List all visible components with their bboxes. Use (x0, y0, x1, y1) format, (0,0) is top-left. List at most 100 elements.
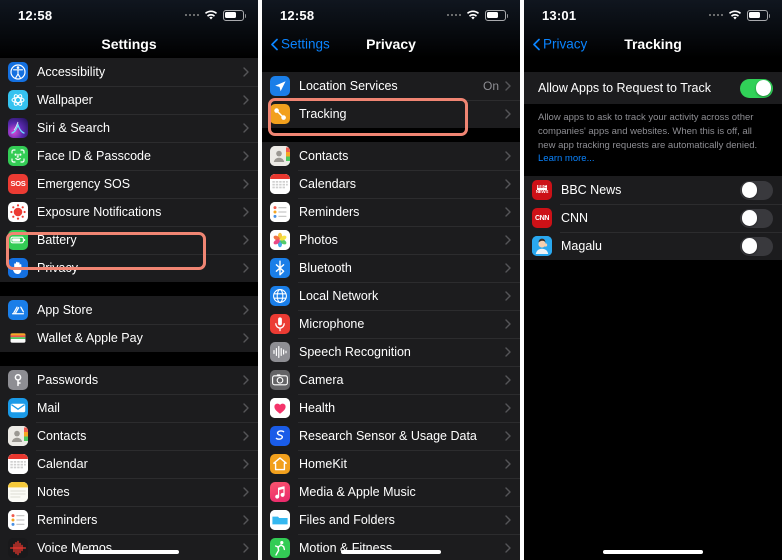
list-item-speech-recognition[interactable]: Speech Recognition (262, 338, 520, 366)
chevron-left-icon (271, 38, 278, 50)
sidebar-item-emergency-sos[interactable]: SOS Emergency SOS (0, 170, 258, 198)
list-item-bluetooth[interactable]: Bluetooth (262, 254, 520, 282)
sidebar-item-app-store[interactable]: App Store (0, 296, 258, 324)
list-item-research-sensor-usage-data[interactable]: Research Sensor & Usage Data (262, 422, 520, 450)
chevron-right-icon (505, 179, 511, 189)
list-item-health[interactable]: Health (262, 394, 520, 422)
sidebar-item-face-id-passcode[interactable]: Face ID & Passcode (0, 142, 258, 170)
list-item-media-apple-music[interactable]: Media & Apple Music (262, 478, 520, 506)
list-item-photos[interactable]: Photos (262, 226, 520, 254)
home-indicator (79, 550, 179, 554)
list-item-value: On (482, 79, 499, 93)
sidebar-item-battery[interactable]: Battery (0, 226, 258, 254)
sidebar-item-wallpaper[interactable]: Wallpaper (0, 86, 258, 114)
sidebar-item-privacy[interactable]: Privacy (0, 254, 258, 282)
list-item-tracking[interactable]: Tracking (262, 100, 520, 128)
sidebar-item-accessibility[interactable]: Accessibility (0, 58, 258, 86)
list-item-files-and-folders[interactable]: Files and Folders (262, 506, 520, 534)
panel-settings: 12:58 Settings Accessibility Wallpaper S… (0, 0, 258, 560)
list-item-motion-fitness[interactable]: Motion & Fitness (262, 534, 520, 560)
battery-icon (747, 9, 771, 21)
bluetooth-icon (270, 258, 290, 278)
motion-fitness-icon (270, 538, 290, 558)
sidebar-item-notes[interactable]: Notes (0, 478, 258, 506)
list-item-magalu[interactable]: Magalu (524, 232, 782, 261)
list-item-label: Media & Apple Music (299, 485, 416, 499)
chevron-right-icon (505, 487, 511, 497)
list-item-location-services[interactable]: Location Services On (262, 72, 520, 100)
sidebar-item-reminders[interactable]: Reminders (0, 506, 258, 534)
list-item-reminders[interactable]: Reminders (262, 198, 520, 226)
sidebar-item-voice-memos[interactable]: Voice Memos (0, 534, 258, 560)
list-item-homekit[interactable]: HomeKit (262, 450, 520, 478)
chevron-right-icon (505, 515, 511, 525)
research-sensor-icon (270, 426, 290, 446)
sos-icon: SOS (8, 174, 28, 194)
sidebar-item-exposure-notifications[interactable]: Exposure Notifications (0, 198, 258, 226)
sidebar-item-label: Mail (37, 401, 60, 415)
sidebar-item-calendar[interactable]: Calendar (0, 450, 258, 478)
sidebar-item-label: Passwords (37, 373, 99, 387)
app-store-icon (8, 300, 28, 320)
row-allow-apps-request-track[interactable]: Allow Apps to Request to Track (524, 72, 782, 104)
three-panel-screenshot: 12:58 Settings Accessibility Wallpaper S… (0, 0, 782, 560)
learn-more-link[interactable]: Learn more... (538, 153, 595, 164)
list-item-contacts[interactable]: Contacts (262, 142, 520, 170)
wifi-icon (204, 10, 218, 21)
wifi-icon (728, 10, 742, 21)
sidebar-item-label: Exposure Notifications (37, 205, 162, 219)
sidebar-item-label: Contacts (37, 429, 87, 443)
list-item-microphone[interactable]: Microphone (262, 310, 520, 338)
list-item-calendars[interactable]: Calendars (262, 170, 520, 198)
chevron-right-icon (243, 543, 249, 553)
photos-icon (270, 230, 290, 250)
list-item-cnn[interactable]: CNN CNN (524, 204, 782, 233)
chevron-right-icon (243, 235, 249, 245)
chevron-right-icon (243, 333, 249, 343)
back-button[interactable]: Privacy (533, 37, 587, 52)
master-toggle-group: Allow Apps to Request to Track (524, 72, 782, 104)
reminders-icon (8, 510, 28, 530)
chevron-right-icon (505, 375, 511, 385)
battery-icon (485, 9, 509, 21)
app-tracking-toggle[interactable] (740, 180, 773, 200)
list-item-bbc-news[interactable]: BBC NEWS BBC News (524, 176, 782, 205)
sidebar-item-mail[interactable]: Mail (0, 394, 258, 422)
footnote-text: Allow apps to ask to track your activity… (538, 112, 758, 151)
sidebar-item-label: Emergency SOS (37, 177, 131, 191)
signal-dots-icon (184, 13, 199, 17)
chevron-right-icon (243, 95, 249, 105)
settings-group-1: Accessibility Wallpaper Siri & Search Fa… (0, 58, 258, 282)
calendar-icon (270, 174, 290, 194)
sidebar-item-contacts[interactable]: Contacts (0, 422, 258, 450)
status-indicators (708, 9, 771, 21)
app-tracking-toggle[interactable] (740, 208, 773, 228)
sidebar-item-passwords[interactable]: Passwords (0, 366, 258, 394)
tracking-footnote: Allow apps to ask to track your activity… (524, 104, 782, 177)
magalu-icon (532, 236, 552, 257)
status-bar: 12:58 (262, 0, 520, 30)
chevron-right-icon (243, 375, 249, 385)
panel-tracking: 13:01 Privacy Tracking Allow Apps to Req… (524, 0, 782, 560)
sidebar-item-siri-search[interactable]: Siri & Search (0, 114, 258, 142)
allow-tracking-toggle[interactable] (740, 78, 773, 98)
accessibility-icon (8, 62, 28, 82)
privacy-group-2: Contacts Calendars Reminders Photos Blue… (262, 142, 520, 560)
list-item-label: Speech Recognition (299, 345, 411, 359)
back-button[interactable]: Settings (271, 37, 330, 52)
faceid-icon (8, 146, 28, 166)
signal-dots-icon (708, 13, 723, 17)
privacy-hand-icon (8, 258, 28, 278)
homekit-icon (270, 454, 290, 474)
mail-icon (8, 398, 28, 418)
list-item-label: Location Services (299, 79, 398, 93)
sidebar-item-wallet-apple-pay[interactable]: Wallet & Apple Pay (0, 324, 258, 352)
home-indicator (603, 550, 703, 554)
chevron-right-icon (243, 305, 249, 315)
chevron-right-icon (243, 459, 249, 469)
status-clock: 12:58 (280, 7, 315, 23)
app-tracking-toggle[interactable] (740, 236, 773, 256)
bbc-news-icon: BBC NEWS (532, 180, 552, 201)
list-item-local-network[interactable]: Local Network (262, 282, 520, 310)
list-item-camera[interactable]: Camera (262, 366, 520, 394)
